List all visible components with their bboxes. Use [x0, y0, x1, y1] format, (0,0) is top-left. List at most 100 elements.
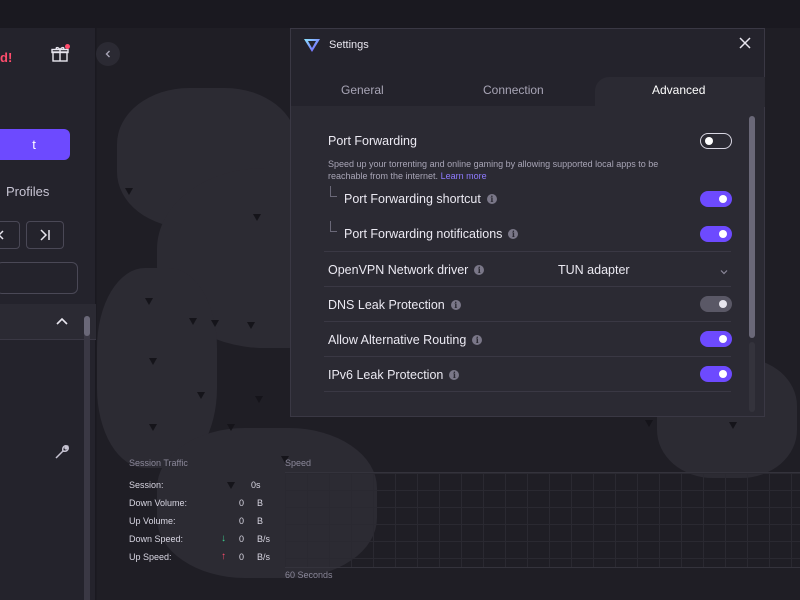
quick-connect-button[interactable] [26, 221, 64, 249]
openvpn-driver-select[interactable]: TUN adapter [558, 263, 630, 277]
pf-notifications-toggle[interactable] [700, 226, 732, 242]
settings-scrollbar-track[interactable] [749, 342, 755, 412]
close-icon[interactable] [737, 35, 753, 51]
port-forwarding-toggle[interactable] [700, 133, 732, 149]
stat-unit: B [257, 516, 264, 526]
advanced-settings-panel: Port Forwarding Speed up your torrenting… [291, 106, 764, 416]
stat-row-down-speed: Down Speed: ↓ 0 B/s [129, 533, 279, 548]
alt-routing-label: Allow Alternative Routing [328, 333, 467, 347]
dialog-title: Settings [329, 39, 369, 51]
pf-shortcut-toggle[interactable] [700, 191, 732, 207]
port-forwarding-description: Speed up your torrenting and online gami… [328, 158, 688, 182]
description-text: Speed up your torrenting and online gami… [328, 159, 659, 181]
session-traffic-title: Session Traffic [129, 458, 188, 468]
connection-status-text: d! [0, 50, 13, 65]
side-panel: d! t Profiles [0, 28, 96, 600]
speed-graph-title: Speed [285, 458, 312, 468]
toggle-knob [719, 230, 727, 238]
server-pin[interactable] [149, 358, 157, 365]
stat-unit: B [257, 498, 264, 508]
stat-value: 0 [239, 498, 245, 508]
server-pin[interactable] [247, 322, 255, 329]
chevron-left-icon [105, 50, 110, 58]
wrench-icon[interactable] [52, 442, 72, 462]
divider [324, 356, 731, 357]
tab-connection[interactable]: Connection [483, 83, 544, 97]
server-pin[interactable] [729, 422, 737, 429]
server-pin[interactable] [253, 214, 261, 221]
skip-forward-icon [40, 229, 50, 241]
server-pin[interactable] [125, 188, 133, 195]
server-pin[interactable] [255, 396, 263, 403]
search-input[interactable] [0, 262, 78, 294]
server-pin[interactable] [197, 392, 205, 399]
speed-graph-footer: 60 Seconds [285, 570, 333, 580]
stat-label: Down Speed: [129, 534, 184, 544]
openvpn-driver-row: OpenVPN Network driver i [328, 263, 485, 277]
chevron-left-icon [0, 230, 4, 240]
back-button[interactable] [0, 221, 20, 249]
collapse-panel-button[interactable] [96, 42, 120, 66]
pf-notifications-label: Port Forwarding notifications [344, 227, 503, 241]
toggle-knob [719, 335, 727, 343]
gift-icon[interactable] [50, 44, 70, 64]
info-icon[interactable]: i [474, 265, 485, 275]
stat-unit: B/s [257, 552, 271, 562]
stat-label: Down Volume: [129, 498, 188, 508]
connect-button[interactable]: t [0, 129, 70, 160]
toggle-knob [719, 370, 727, 378]
stat-row-up-speed: Up Speed: ↑ 0 B/s [129, 551, 279, 566]
dns-leak-row: DNS Leak Protection i [328, 298, 461, 312]
notification-dot [65, 44, 70, 49]
arrow-down-icon: ↓ [221, 533, 226, 544]
server-pin[interactable] [227, 424, 235, 431]
server-pin[interactable] [189, 318, 197, 325]
server-pin[interactable] [645, 420, 653, 427]
info-icon[interactable]: i [508, 229, 519, 239]
speed-graph [285, 472, 800, 568]
server-pin[interactable] [211, 320, 219, 327]
info-icon[interactable]: i [449, 370, 460, 380]
stat-value: 0 [239, 534, 245, 544]
tree-connector [330, 221, 337, 232]
server-pin[interactable] [149, 424, 157, 431]
server-pin[interactable] [145, 298, 153, 305]
alt-routing-toggle[interactable] [700, 331, 732, 347]
stat-label: Up Volume: [129, 516, 176, 526]
dns-leak-toggle[interactable] [700, 296, 732, 312]
stat-label: Up Speed: [129, 552, 172, 562]
stat-value: 0s [251, 480, 261, 490]
stat-row-down-volume: Down Volume: 0 B [129, 498, 279, 512]
tab-advanced[interactable]: Advanced [652, 83, 705, 97]
stat-row-up-volume: Up Volume: 0 B [129, 516, 279, 530]
proton-vpn-logo-icon [304, 39, 320, 52]
openvpn-driver-label: OpenVPN Network driver [328, 263, 469, 277]
tree-connector [330, 186, 337, 197]
info-icon[interactable]: i [486, 194, 497, 204]
stat-value: 0 [239, 552, 245, 562]
settings-dialog: Settings General Connection Advanced Por… [290, 28, 765, 417]
side-scrollbar[interactable] [84, 316, 90, 600]
chevron-down-icon[interactable] [719, 267, 729, 277]
pf-notifications-row: Port Forwarding notifications i [344, 227, 519, 241]
alt-routing-row: Allow Alternative Routing i [328, 333, 483, 347]
divider [324, 321, 731, 322]
port-forwarding-label: Port Forwarding [328, 134, 417, 148]
divider [324, 286, 731, 287]
ipv6-leak-toggle[interactable] [700, 366, 732, 382]
side-scrollbar-thumb[interactable] [84, 316, 90, 336]
stat-value: 0 [239, 516, 245, 526]
window-top-strip [0, 0, 800, 28]
chevron-up-icon[interactable] [54, 314, 70, 330]
tab-general[interactable]: General [341, 83, 384, 97]
dialog-titlebar: Settings [291, 29, 764, 61]
toggle-knob [719, 300, 727, 308]
info-icon[interactable]: i [472, 335, 483, 345]
stat-row-session: Session: 0s [129, 480, 279, 494]
profiles-tab[interactable]: Profiles [6, 184, 49, 199]
country-list-header[interactable] [0, 304, 96, 340]
info-icon[interactable]: i [450, 300, 461, 310]
ipv6-leak-row: IPv6 Leak Protection i [328, 368, 460, 382]
settings-scrollbar-thumb[interactable] [749, 116, 755, 338]
learn-more-link[interactable]: Learn more [441, 171, 487, 181]
